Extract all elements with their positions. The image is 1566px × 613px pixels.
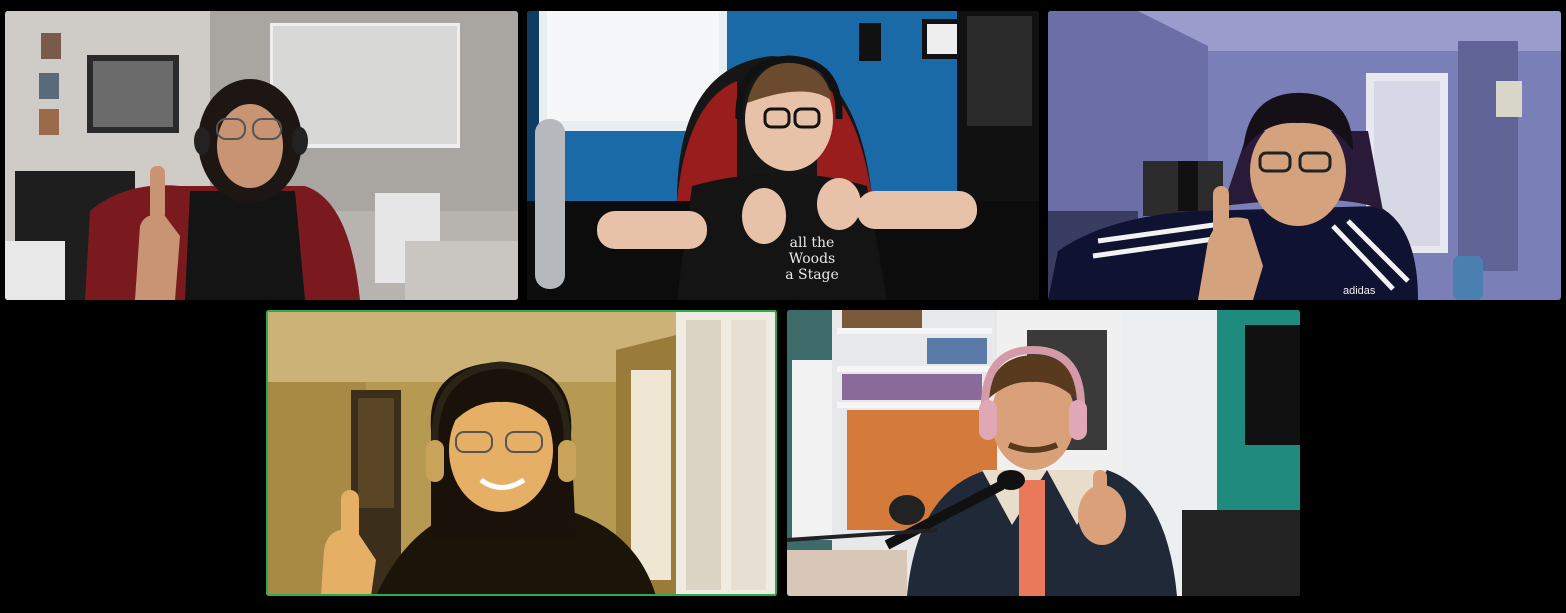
shirt-text-line-1: all the	[790, 235, 835, 251]
video-feed	[5, 11, 518, 300]
video-feed: all the Woods a Stage	[527, 11, 1039, 300]
video-feed: adidas	[1048, 11, 1561, 300]
video-feed	[266, 310, 777, 596]
video-feed	[787, 310, 1300, 596]
video-tile-participant-1[interactable]	[5, 11, 518, 300]
shirt-logo-text: adidas	[1343, 285, 1376, 297]
shirt-text-line-3: a Stage	[785, 267, 839, 283]
video-tile-participant-4[interactable]	[266, 310, 777, 596]
shirt-text-line-2: Woods	[789, 251, 835, 267]
video-tile-participant-2[interactable]: all the Woods a Stage	[527, 11, 1039, 300]
video-tile-participant-3[interactable]: adidas	[1048, 11, 1561, 300]
video-tile-participant-5[interactable]	[787, 310, 1300, 596]
